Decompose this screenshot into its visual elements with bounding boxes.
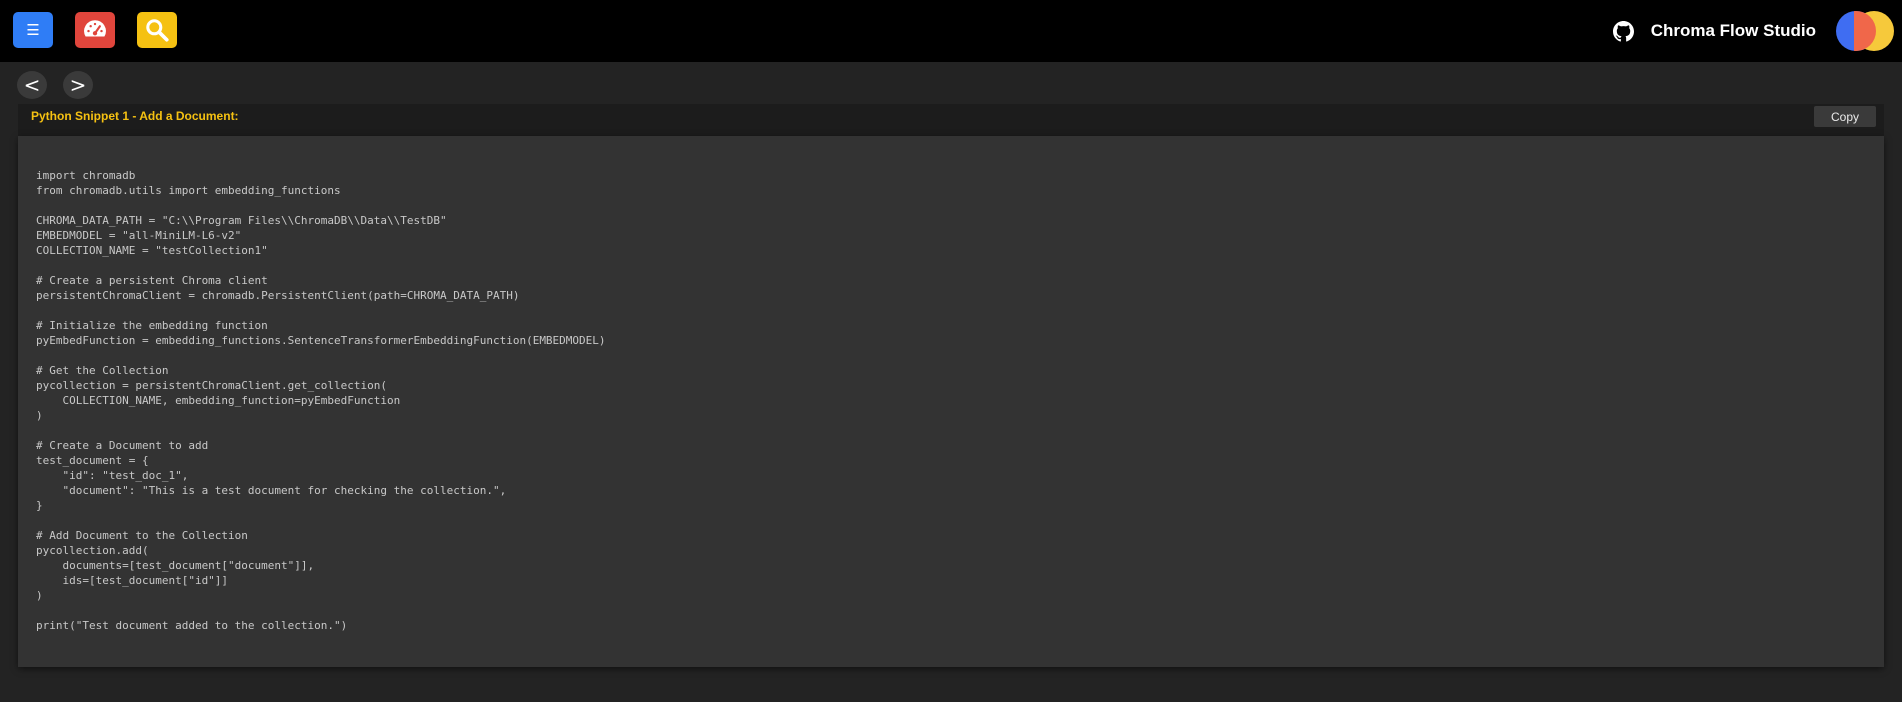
back-button[interactable]: < bbox=[17, 71, 47, 99]
code-block: import chromadb from chromadb.utils impo… bbox=[18, 136, 1884, 667]
search-icon bbox=[146, 19, 169, 42]
search-button[interactable] bbox=[137, 12, 177, 48]
brand-area: Chroma Flow Studio bbox=[1613, 0, 1902, 62]
copy-button[interactable]: Copy bbox=[1814, 106, 1876, 127]
dashboard-button[interactable] bbox=[75, 12, 115, 48]
app-title: Chroma Flow Studio bbox=[1650, 21, 1816, 40]
code-content: import chromadb from chromadb.utils impo… bbox=[36, 169, 606, 632]
snippet-header: Python Snippet 1 - Add a Document: Copy bbox=[18, 104, 1884, 136]
github-icon bbox=[1613, 20, 1635, 41]
menu-button[interactable]: ☰ bbox=[13, 12, 53, 48]
top-navigation-bar: ☰ Chroma Flow Studio bbox=[0, 0, 1902, 62]
forward-button[interactable]: > bbox=[63, 71, 93, 99]
dashboard-gauge-icon bbox=[84, 20, 106, 37]
app-logo bbox=[1836, 11, 1894, 51]
menu-icon: ☰ bbox=[26, 22, 40, 39]
github-link[interactable] bbox=[1613, 20, 1635, 42]
snippet-title: Python Snippet 1 - Add a Document: bbox=[31, 109, 239, 123]
